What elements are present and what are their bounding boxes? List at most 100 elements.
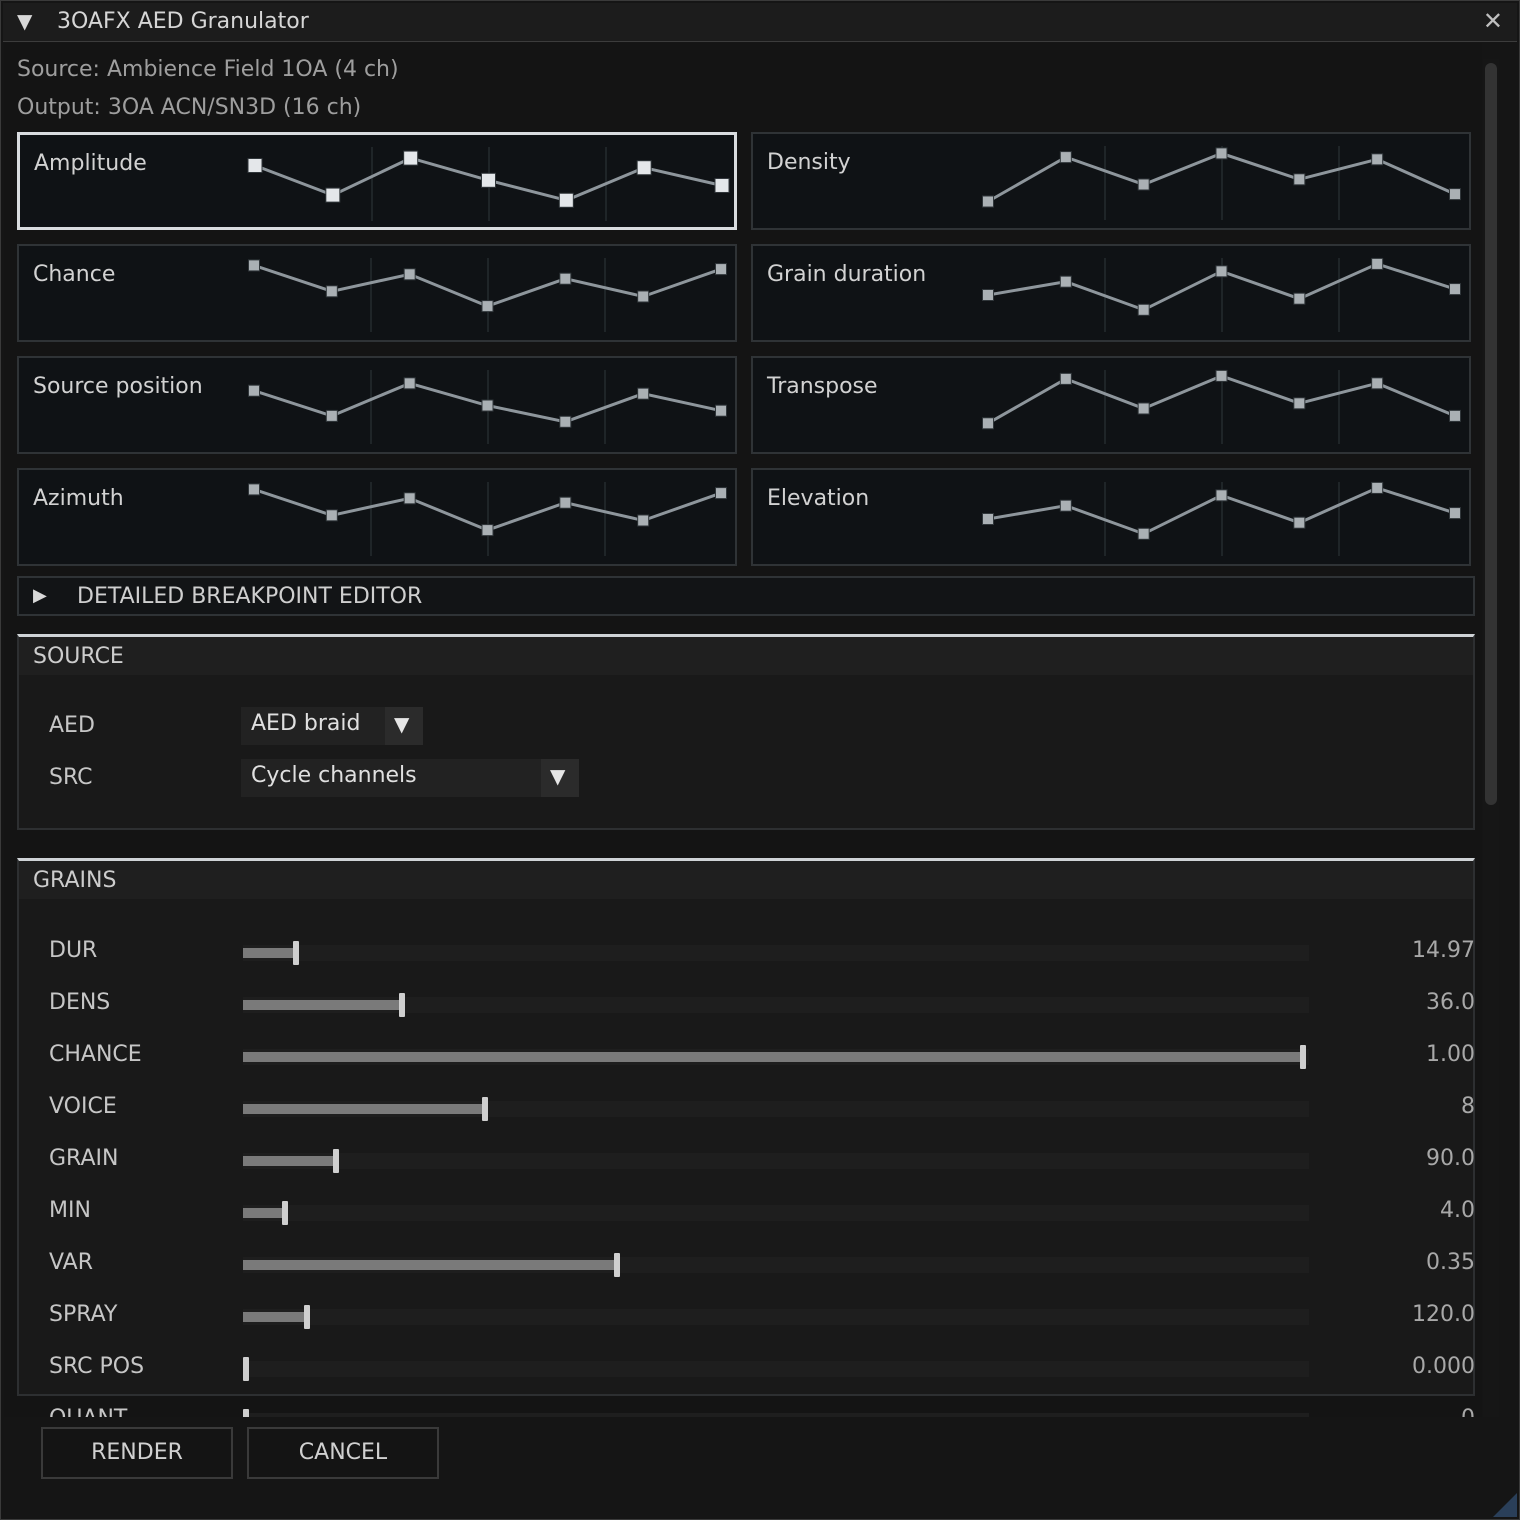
breakpoint-node[interactable] — [248, 259, 260, 272]
breakpoint-node[interactable] — [982, 417, 994, 430]
breakpoint-node[interactable] — [403, 377, 416, 390]
breakpoint-node[interactable] — [714, 177, 730, 193]
breakpoint-node[interactable] — [1371, 257, 1384, 270]
slider-thumb[interactable] — [293, 941, 299, 965]
breakpoint-node[interactable] — [1371, 153, 1384, 166]
grain-slider[interactable] — [243, 1149, 1309, 1173]
cancel-button[interactable]: CANCEL — [247, 1427, 439, 1479]
envelope-graph[interactable] — [19, 470, 739, 568]
breakpoint-node[interactable] — [1293, 397, 1306, 410]
content-region[interactable]: Source: Ambience Field 1OA (4 ch) Output… — [4, 43, 1482, 1417]
breakpoint-node[interactable] — [247, 158, 263, 173]
breakpoint-node[interactable] — [982, 513, 994, 525]
breakpoint-node[interactable] — [1137, 527, 1150, 540]
slider-thumb[interactable] — [243, 1409, 249, 1417]
breakpoint-node[interactable] — [715, 263, 727, 276]
breakpoint-node[interactable] — [1059, 372, 1072, 385]
scrollbar-thumb[interactable] — [1485, 63, 1497, 805]
grain-slider[interactable] — [243, 941, 1309, 965]
grains-section-header[interactable]: GRAINS — [19, 861, 1473, 899]
slider-track[interactable] — [243, 1361, 1309, 1377]
title-bar[interactable]: ▼ 3OAFX AED Granulator ✕ — [3, 3, 1517, 42]
slider-thumb[interactable] — [304, 1305, 310, 1329]
breakpoint-node[interactable] — [1215, 489, 1228, 502]
breakpoint-node[interactable] — [1449, 188, 1461, 201]
grain-slider[interactable] — [243, 1357, 1309, 1381]
breakpoint-node[interactable] — [1371, 377, 1384, 390]
breakpoint-node[interactable] — [403, 492, 416, 505]
breakpoint-node[interactable] — [1293, 516, 1306, 529]
breakpoint-node[interactable] — [637, 514, 650, 527]
breakpoint-node[interactable] — [481, 524, 494, 537]
breakpoint-node[interactable] — [325, 409, 338, 422]
breakpoint-node[interactable] — [559, 415, 572, 428]
param-tile[interactable]: Azimuth — [17, 468, 737, 566]
breakpoint-node[interactable] — [1449, 409, 1461, 422]
slider-thumb[interactable] — [399, 993, 405, 1017]
breakpoint-node[interactable] — [1371, 481, 1384, 494]
src-combo-button[interactable]: ▼ — [541, 759, 579, 797]
slider-track[interactable] — [243, 1153, 1309, 1169]
breakpoint-node[interactable] — [1059, 151, 1072, 164]
breakpoint-node[interactable] — [481, 300, 494, 313]
slider-thumb[interactable] — [243, 1357, 249, 1381]
aed-combo-button[interactable]: ▼ — [385, 707, 423, 745]
slider-track[interactable] — [243, 1205, 1309, 1221]
envelope-graph[interactable] — [753, 246, 1473, 344]
breakpoint-node[interactable] — [637, 387, 650, 400]
breakpoint-node[interactable] — [982, 289, 994, 301]
breakpoint-node[interactable] — [1293, 292, 1306, 305]
vertical-scrollbar[interactable] — [1483, 59, 1499, 1417]
grain-slider[interactable] — [243, 1253, 1309, 1277]
slider-thumb[interactable] — [614, 1253, 620, 1277]
src-combo[interactable]: Cycle channels ▼ — [241, 759, 579, 797]
breakpoint-node[interactable] — [982, 195, 994, 208]
breakpoint-node[interactable] — [559, 496, 572, 509]
breakpoint-node[interactable] — [558, 192, 574, 208]
slider-track[interactable] — [243, 945, 1309, 961]
param-tile[interactable]: Grain duration — [751, 244, 1471, 342]
breakpoint-node[interactable] — [403, 150, 419, 166]
breakpoint-node[interactable] — [248, 483, 260, 496]
slider-thumb[interactable] — [333, 1149, 339, 1173]
breakpoint-node[interactable] — [481, 399, 494, 412]
breakpoint-node[interactable] — [1137, 303, 1150, 316]
render-button[interactable]: RENDER — [41, 1427, 233, 1479]
breakpoint-node[interactable] — [559, 272, 572, 285]
grain-slider[interactable] — [243, 1201, 1309, 1225]
grain-slider[interactable] — [243, 993, 1309, 1017]
breakpoint-node[interactable] — [1059, 499, 1072, 512]
breakpoint-node[interactable] — [1293, 173, 1306, 186]
envelope-graph[interactable] — [753, 470, 1473, 568]
slider-thumb[interactable] — [282, 1201, 288, 1225]
aed-combo[interactable]: AED braid ▼ — [241, 707, 423, 745]
breakpoint-node[interactable] — [1449, 283, 1461, 296]
breakpoint-node[interactable] — [637, 290, 650, 303]
breakpoint-node[interactable] — [1215, 147, 1228, 160]
breakpoint-node[interactable] — [1215, 369, 1228, 382]
breakpoint-node[interactable] — [1137, 402, 1150, 415]
breakpoint-node[interactable] — [715, 487, 727, 500]
breakpoint-node[interactable] — [481, 172, 496, 188]
breakpoint-node[interactable] — [248, 384, 260, 397]
grain-slider[interactable] — [243, 1097, 1309, 1121]
envelope-graph[interactable] — [753, 358, 1473, 456]
grain-slider[interactable] — [243, 1045, 1309, 1069]
envelope-graph[interactable] — [19, 358, 739, 456]
breakpoint-node[interactable] — [325, 285, 338, 298]
param-tile[interactable]: Amplitude — [17, 132, 737, 230]
breakpoint-node[interactable] — [1059, 275, 1072, 288]
slider-track[interactable] — [243, 1309, 1309, 1325]
resize-grip-icon[interactable] — [1493, 1493, 1517, 1517]
source-section-header[interactable]: SOURCE — [19, 637, 1473, 675]
breakpoint-node[interactable] — [403, 268, 416, 281]
collapse-triangle-icon[interactable]: ▼ — [17, 9, 32, 33]
grain-slider[interactable] — [243, 1305, 1309, 1329]
breakpoint-node[interactable] — [636, 160, 652, 176]
close-icon[interactable]: ✕ — [1483, 7, 1503, 35]
breakpoint-editor-header[interactable]: ▶ DETAILED BREAKPOINT EDITOR — [17, 576, 1475, 616]
param-tile[interactable]: Chance — [17, 244, 737, 342]
param-tile[interactable]: Elevation — [751, 468, 1471, 566]
breakpoint-node[interactable] — [325, 187, 341, 203]
envelope-graph[interactable] — [20, 135, 740, 233]
